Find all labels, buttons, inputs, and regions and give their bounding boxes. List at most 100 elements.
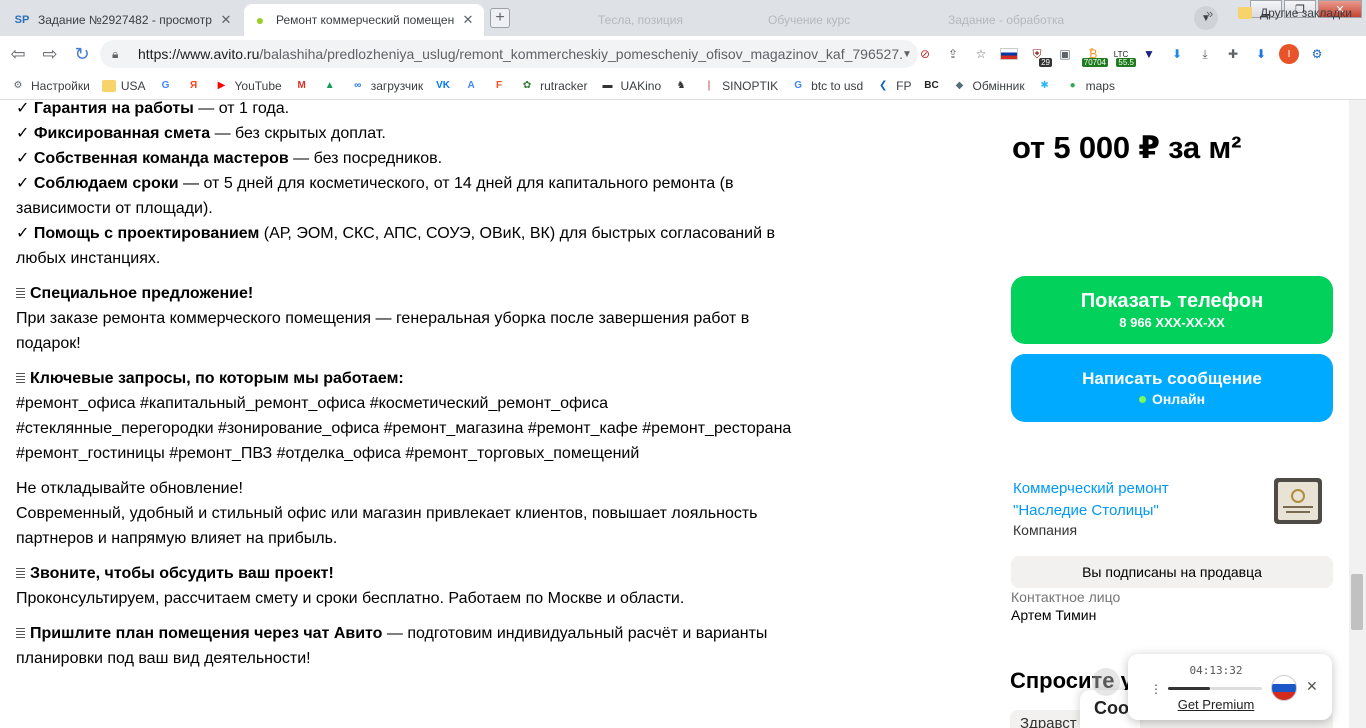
url-host: https://www.avito.ru [138,46,260,62]
reload-icon[interactable]: ↻ [68,40,96,68]
tab-background[interactable]: Обучение курс [760,4,910,36]
no-delay-heading: Не откладывайте обновление! [16,480,243,497]
seller-logo[interactable] [1274,478,1322,524]
bookmark-label: Обмінник [972,78,1025,93]
close-icon[interactable]: ✕ [1306,678,1318,695]
yandex-icon: Я [189,80,198,91]
check-icon: ✓ [16,150,30,167]
bookmark-star-icon[interactable]: ☆ [970,43,992,65]
address-bar[interactable]: 🔒︎ https://www.avito.ru/balashiha/predlo… [100,40,918,68]
bookmark-item[interactable]: BC [924,78,940,94]
flag-ru-icon[interactable] [998,43,1020,65]
bookmark-label: YouTube [234,78,282,93]
call-title: Звоните, чтобы обсудить ваш проект! [30,565,334,582]
browser-toolbar: ⇦ ⇨ ↻ 🔒︎ https://www.avito.ru/balashiha/… [0,36,1366,72]
bookmark-item[interactable]: ✱ [1037,78,1053,94]
bookmark-item[interactable]: Я [186,78,202,94]
benefits-list: ✓ Гарантия на работы — от 1 года. ✓ Фикси… [16,100,796,271]
bitcoin-icon[interactable]: ₿ 70704 [1081,43,1108,67]
bookmark-item[interactable]: ❮ FP [875,78,912,94]
btc-price-badge: 70704 [1081,58,1108,67]
blocked-icon[interactable]: ⊘ [914,43,936,65]
special-offer-block: Специальное предложение! При заказе ремо… [16,281,796,356]
more-vert-icon[interactable]: ⋮ [1150,682,1162,696]
bookmark-label: maps [1085,78,1115,93]
bookmark-item[interactable]: ✿ rutracker [519,78,588,94]
extension-badge: 29 [1039,58,1052,67]
bookmark-item[interactable]: F [491,78,507,94]
bookmark-item[interactable]: ▶ YouTube [214,78,282,94]
shield-icon[interactable]: ⛨ 29 [1026,43,1052,67]
benefit-title: Собственная команда мастеров [33,150,289,167]
bookmark-item[interactable]: M [294,78,310,94]
litecoin-icon[interactable]: LTC 55.5 [1110,43,1136,67]
puzzle-icon[interactable]: ✚ [1222,43,1244,65]
show-phone-button[interactable]: Показать телефон 8 966 XXX-XX-XX [1011,276,1333,344]
close-icon[interactable]: ✕ [460,12,476,28]
bookmark-item[interactable]: ⚙ Настройки [10,78,90,94]
tab-background[interactable]: Тесла, позиция [590,4,740,36]
share-icon[interactable]: ⇪ [942,43,964,65]
new-tab-button[interactable]: + [490,8,510,28]
subscribed-button[interactable]: Вы подписаны на продавца [1011,556,1333,588]
bookmark-label: btc to usd [811,78,864,93]
bookmark-item[interactable]: ♞ [673,78,689,94]
bookmark-label: UAKino [620,78,662,93]
url-text[interactable]: https://www.avito.ru/balashiha/predlozhe… [138,46,902,62]
bookmark-item[interactable]: USA [101,78,146,93]
bookmark-label: rutracker [540,78,588,93]
benefit-title: Гарантия на работы [33,100,194,117]
seller-name-link[interactable]: Коммерческий ремонт "Наследие Столицы" [1013,478,1243,522]
bookmark-item[interactable]: ❘ SINOPTIK [701,78,778,94]
check-icon: ✓ [16,100,30,117]
chat-bubble-icon [1092,668,1120,696]
tab-avito[interactable]: ● Ремонт коммерческий помещен ✕ [244,4,484,36]
tab-background[interactable]: Задание - обработка [940,4,1090,36]
bookmark-item[interactable]: A [463,78,479,94]
bookmark-item[interactable]: ● maps [1065,78,1115,94]
bookmark-label: Настройки [31,78,90,93]
profile-avatar[interactable]: I [1278,43,1300,65]
progress-bar[interactable] [1168,687,1262,690]
page-content: ✓ Гарантия на работы — от 1 года. ✓ Фикси… [0,100,1366,728]
keywords-text: #ремонт_офиса #капитальный_ремонт_офиса … [16,395,792,462]
bookmark-label: USA [120,78,146,93]
benefit-item: ✓ Собственная команда мастеров — без пос… [16,150,442,167]
get-premium-link[interactable]: Get Premium [1128,697,1304,712]
bookmark-item[interactable]: ▬ UAKino [599,78,661,94]
scrollbar-thumb[interactable] [1351,574,1363,630]
check-icon: ✓ [16,225,30,242]
benefit-text: — без посредников. [288,150,443,167]
download-icon[interactable]: ⬇ [1250,43,1272,65]
bookmark-item[interactable]: ▲ [322,78,338,94]
bookmark-item[interactable]: VK [435,78,451,94]
bookmarks-more-icon[interactable]: » [1206,6,1213,21]
gear-icon: ⚙ [13,80,23,91]
briefcase-icon[interactable]: ▣ [1054,43,1076,65]
write-message-button[interactable]: Написать сообщение Онлайн [1011,354,1333,422]
translate-icon: A [467,80,475,91]
avito-favicon-icon: ● [255,12,265,28]
save-icon[interactable]: ⤓ [1194,43,1216,65]
settings-gear-icon[interactable]: ⚙ [1306,43,1328,65]
link-icon: ∞ [354,80,362,91]
scrollbar-track[interactable] [1349,100,1366,728]
bookmark-item[interactable]: G [158,78,174,94]
lock-icon: 🔒︎ [112,46,119,61]
bookmark-item[interactable]: Gbtc to usd [790,78,863,94]
tab-task[interactable]: SP Задание №2927482 - просмотр за ✕ [6,4,242,36]
vpn-icon[interactable]: ▼ [1138,43,1160,65]
download-blue-icon[interactable]: ⬇ [1166,43,1188,65]
tab-title: Задание №2927482 - просмотр за [38,13,212,27]
forward-arrow-icon[interactable]: ⇨ [36,40,64,68]
bookmark-item[interactable]: ∞ загрузчик [350,78,423,94]
other-bookmarks[interactable]: Другие закладки [1238,6,1352,20]
bookmark-item[interactable]: ◆ Обмінник [952,78,1025,94]
back-arrow-icon[interactable]: ⇦ [4,40,32,68]
close-icon[interactable]: ✕ [218,12,234,28]
tab-strip: SP Задание №2927482 - просмотр за ✕ ● Ре… [0,0,1366,36]
bullet-square-icon [16,373,25,384]
tab-title: Ремонт коммерческий помещен [276,13,454,27]
offer-title: Специальное предложение! [30,285,254,302]
offer-text: При заказе ремонта коммерческого помещен… [16,310,750,352]
